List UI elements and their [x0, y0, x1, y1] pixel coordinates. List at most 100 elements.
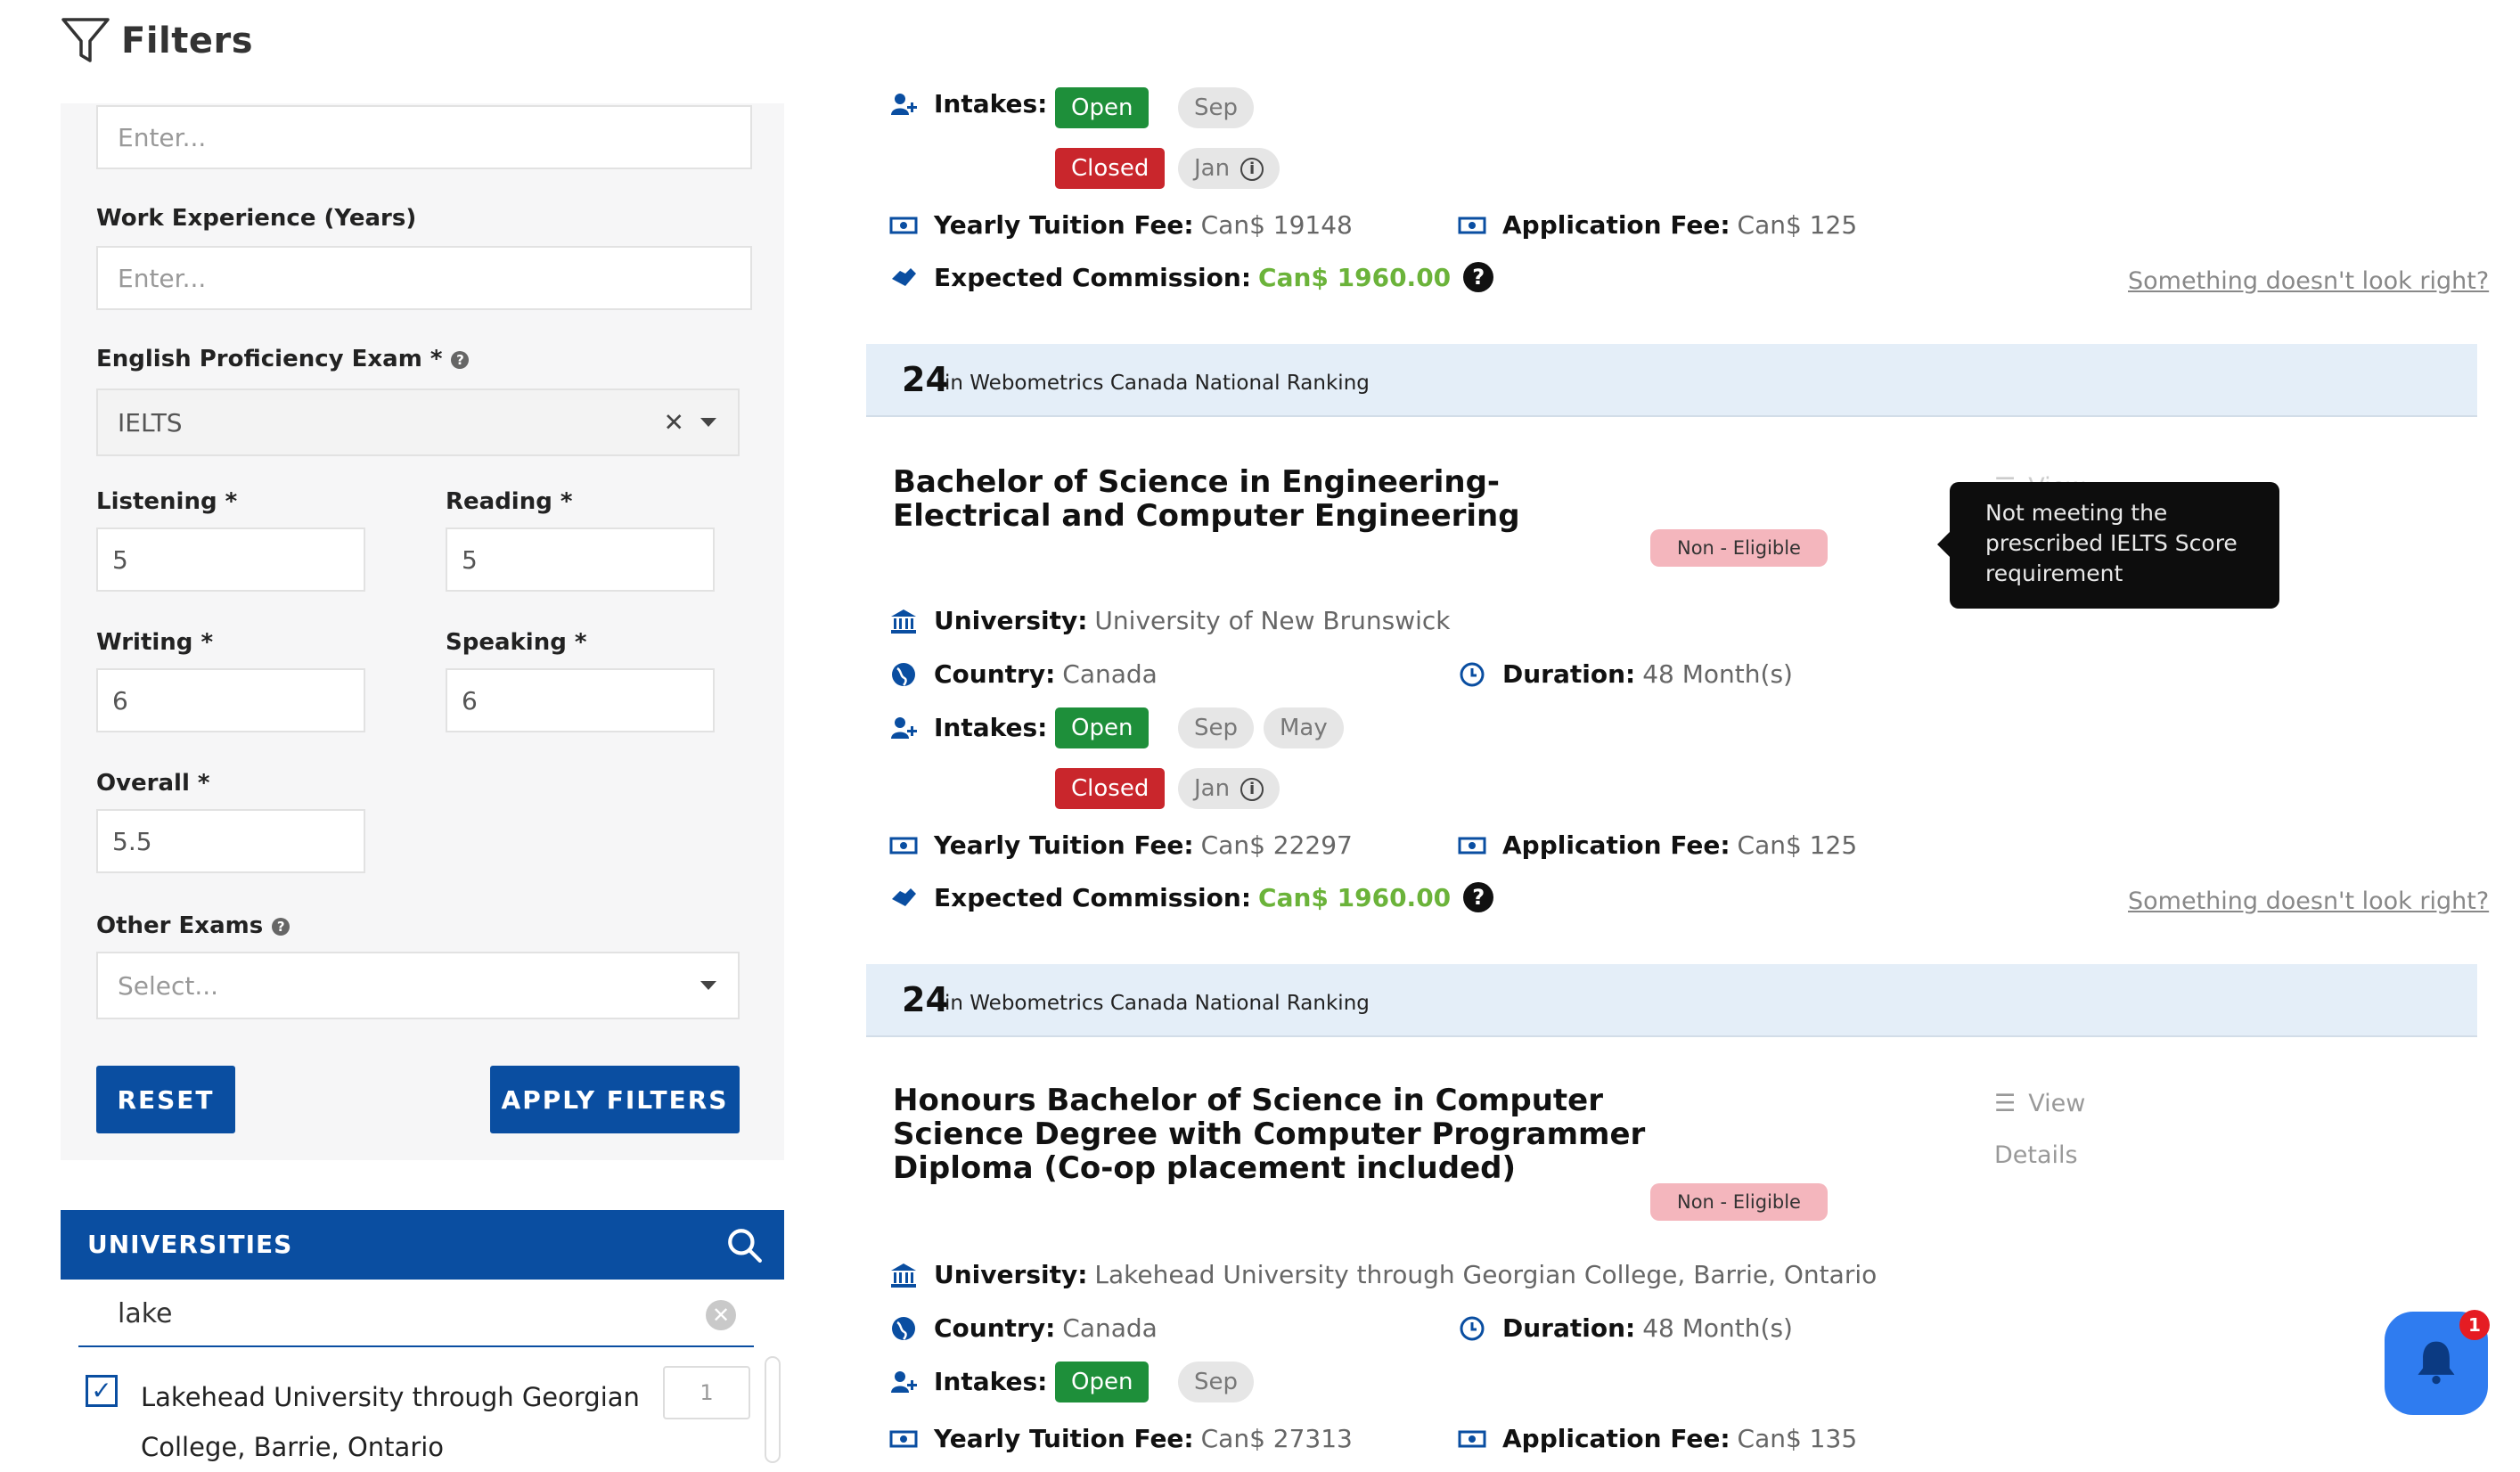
reading-label: Reading *: [446, 488, 573, 515]
list-icon: ☰: [1994, 1090, 2017, 1117]
help-icon[interactable]: ?: [272, 917, 290, 936]
work-experience-placeholder: Enter...: [118, 263, 207, 293]
country-value: Canada: [1062, 659, 1158, 689]
apply-filters-button[interactable]: APPLY FILTERS: [490, 1066, 740, 1133]
app-fee-row: Application Fee: Can$ 125: [1458, 830, 1857, 860]
overall-input[interactable]: 5.5: [96, 809, 365, 873]
report-issue-link[interactable]: Something doesn't look right?: [2128, 267, 2489, 295]
intake-month-text: Jan: [1194, 775, 1231, 802]
duration-value: 48 Month(s): [1642, 659, 1793, 689]
question-icon[interactable]: ?: [1463, 262, 1494, 292]
user-plus-icon: [891, 716, 917, 739]
tuition-value: Can$ 22297: [1200, 830, 1353, 860]
money-icon: [889, 1430, 918, 1447]
app-fee-label: Application Fee:: [1502, 210, 1730, 240]
university-label: University:: [934, 606, 1088, 635]
work-experience-input[interactable]: Enter...: [96, 246, 752, 310]
commission-row: Expected Commission: Can$ 1960.00 ?: [889, 882, 1494, 912]
university-search-value: lake: [118, 1298, 173, 1329]
help-icon[interactable]: ?: [451, 350, 470, 369]
bell-icon: [2418, 1341, 2455, 1385]
info-icon[interactable]: i: [1240, 157, 1264, 181]
clear-icon[interactable]: ✕: [664, 408, 684, 438]
user-plus-icon: [891, 1370, 917, 1393]
speaking-label: Speaking *: [446, 629, 587, 656]
english-exam-select[interactable]: IELTS ✕: [96, 388, 740, 456]
duration-label: Duration:: [1502, 1313, 1636, 1343]
intakes-row: Intakes:: [889, 89, 1054, 119]
university-search-input[interactable]: lake ✕: [78, 1283, 754, 1347]
clear-search-icon[interactable]: ✕: [706, 1300, 736, 1330]
money-icon: [1458, 217, 1486, 233]
filters-header: Filters: [59, 14, 253, 68]
speaking-input[interactable]: 6: [446, 668, 715, 732]
tuition-row: Yearly Tuition Fee: Can$ 27313: [889, 1424, 1353, 1453]
intake-month: Sep: [1178, 87, 1255, 128]
app-fee-value: Can$ 135: [1737, 1424, 1858, 1453]
university-row: University: Lakehead University through …: [889, 1260, 1877, 1289]
view-details-link[interactable]: ☰ View Details: [1994, 1078, 2085, 1182]
eligibility-badge: Non - Eligible: [1650, 529, 1828, 567]
view-label: View: [2028, 1090, 2086, 1117]
intake-month: Sep: [1178, 707, 1255, 748]
writing-input[interactable]: 6: [96, 668, 365, 732]
money-icon: [889, 837, 918, 854]
course-title[interactable]: Honours Bachelor of Science in Computer …: [893, 1084, 1713, 1185]
reset-button[interactable]: RESET: [96, 1066, 235, 1133]
report-issue-link[interactable]: Something doesn't look right?: [2128, 887, 2489, 915]
notification-button[interactable]: 1: [2385, 1310, 2490, 1415]
country-row: Country: Canada: [889, 659, 1158, 689]
speaking-value: 6: [462, 685, 478, 716]
user-plus-icon: [891, 93, 917, 115]
english-exam-value: IELTS: [118, 407, 183, 438]
commission-label: Expected Commission:: [934, 262, 1252, 292]
question-icon[interactable]: ?: [1463, 882, 1494, 912]
institution-icon: [891, 609, 916, 634]
other-exams-select[interactable]: Select...: [96, 952, 740, 1019]
app-fee-label: Application Fee:: [1502, 830, 1730, 860]
country-row: Country: Canada: [889, 1313, 1158, 1343]
handshake-icon: [892, 888, 916, 906]
top-filter-placeholder: Enter...: [118, 122, 207, 152]
info-icon[interactable]: i: [1240, 777, 1264, 801]
app-fee-label: Application Fee:: [1502, 1424, 1730, 1453]
university-item-label[interactable]: Lakehead University through Georgian Col…: [141, 1372, 640, 1472]
universities-header: UNIVERSITIES: [61, 1210, 784, 1280]
writing-label: Writing *: [96, 629, 214, 656]
tuition-row: Yearly Tuition Fee: Can$ 19148: [889, 210, 1353, 240]
app-fee-value: Can$ 125: [1737, 210, 1858, 240]
filter-panel: Enter... Work Experience (Years) Enter..…: [61, 103, 784, 1160]
top-filter-input[interactable]: Enter...: [96, 105, 752, 169]
commission-label: Expected Commission:: [934, 882, 1252, 912]
intake-month: May: [1264, 707, 1344, 748]
tooltip: Not meeting the prescribed IELTS Score r…: [1937, 482, 2279, 609]
duration-value: 48 Month(s): [1642, 1313, 1793, 1343]
institution-icon: [891, 1263, 916, 1288]
rank-number: 24: [902, 980, 949, 1019]
chevron-down-icon[interactable]: [700, 981, 716, 990]
tuition-label: Yearly Tuition Fee:: [934, 210, 1194, 240]
course-title[interactable]: Bachelor of Science in Engineering- Elec…: [893, 465, 1659, 533]
money-icon: [889, 217, 918, 233]
intakes-row: Intakes:: [889, 1367, 1054, 1396]
intakes-label: Intakes:: [934, 713, 1048, 742]
ranking-bar: 24 in Webometrics Canada National Rankin…: [866, 344, 2477, 417]
scrollbar[interactable]: [765, 1356, 781, 1463]
duration-row: Duration: 48 Month(s): [1458, 1313, 1793, 1343]
university-row: University: University of New Brunswick: [889, 606, 1451, 635]
app-fee-value: Can$ 125: [1737, 830, 1858, 860]
other-exams-label-text: Other Exams: [96, 912, 264, 939]
reading-input[interactable]: 5: [446, 527, 715, 592]
chevron-down-icon[interactable]: [700, 418, 716, 427]
tuition-value: Can$ 19148: [1200, 210, 1353, 240]
listening-label: Listening *: [96, 488, 238, 515]
globe-icon: [892, 1316, 915, 1340]
money-icon: [1458, 837, 1486, 854]
work-experience-label: Work Experience (Years): [96, 205, 417, 232]
search-icon[interactable]: [725, 1226, 763, 1263]
intakes-label: Intakes:: [934, 1367, 1048, 1396]
listening-input[interactable]: 5: [96, 527, 365, 592]
university-checkbox[interactable]: ✓: [86, 1375, 118, 1407]
duration-row: Duration: 48 Month(s): [1458, 659, 1793, 689]
app-fee-row: Application Fee: Can$ 125: [1458, 210, 1857, 240]
